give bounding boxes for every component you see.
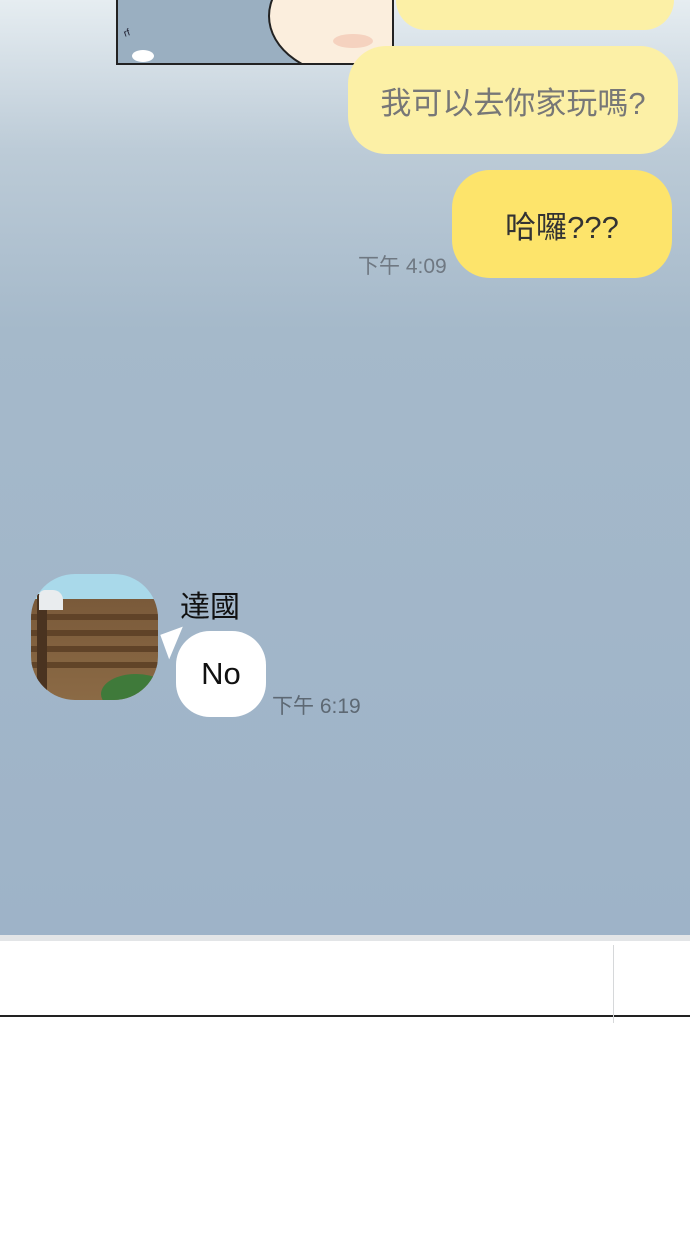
avatar-beam (31, 662, 158, 668)
message-input-bar[interactable] (0, 935, 690, 1017)
avatar-bush (101, 674, 158, 700)
avatar-beam (31, 646, 158, 652)
sticker-cheek (333, 34, 373, 48)
contact-avatar[interactable] (31, 574, 158, 700)
sender-name: 達國 (180, 591, 240, 624)
sent-message-text: 我可以去你家玩嗎? (380, 85, 646, 121)
sent-message-bubble[interactable]: 我可以去你家玩嗎? (348, 46, 678, 154)
received-message-text: No (201, 656, 241, 691)
sticker-mark: rf (122, 27, 132, 40)
sent-message-bubble-latest[interactable]: 哈囉??? (452, 170, 672, 278)
avatar-beam (31, 614, 158, 620)
sent-timestamp: 下午 4:09 (358, 255, 447, 278)
input-divider (613, 945, 614, 1023)
sent-message-bubble-partial[interactable] (396, 0, 674, 30)
avatar-roof (39, 590, 63, 610)
chat-area[interactable]: rf 我可以去你家玩嗎? 哈囉??? 下午 4:09 達國 No 下午 6:19 (0, 0, 690, 935)
sticker-image[interactable]: rf (116, 0, 394, 65)
sent-message-text: 哈囉??? (505, 209, 619, 245)
received-message-bubble[interactable]: No (176, 631, 266, 717)
sticker-cloud (132, 50, 154, 62)
avatar-beam (31, 630, 158, 636)
received-timestamp: 下午 6:19 (272, 695, 361, 718)
